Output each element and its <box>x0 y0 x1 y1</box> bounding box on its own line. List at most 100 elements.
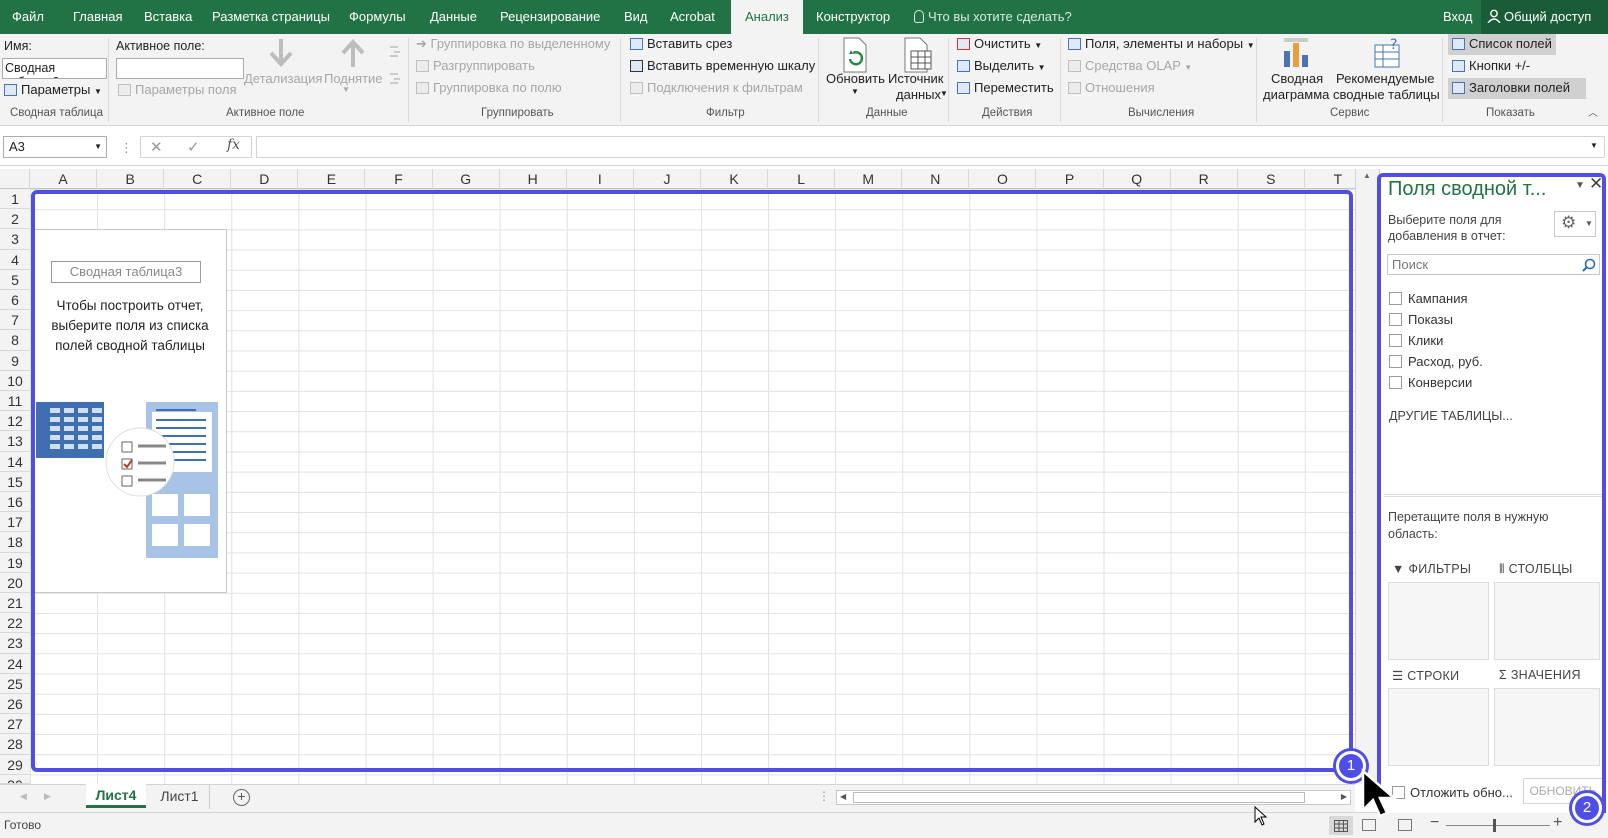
row-header-1[interactable]: 1 <box>0 189 30 210</box>
clear-button[interactable]: Очистить ▼ <box>957 36 1042 51</box>
refresh-button[interactable]: Обновить <box>826 71 885 86</box>
enter-icon[interactable]: ✓ <box>187 138 200 156</box>
row-header-14[interactable]: 14 <box>0 451 30 472</box>
tab-insert[interactable]: Вставка <box>144 0 192 34</box>
share-button[interactable]: Общий доступ <box>1481 0 1608 34</box>
column-header-r[interactable]: R <box>1171 169 1238 189</box>
row-header-2[interactable]: 2 <box>0 209 30 230</box>
row-header-23[interactable]: 23 <box>0 633 30 654</box>
normal-view-button[interactable] <box>1329 816 1353 835</box>
tab-view[interactable]: Вид <box>624 0 648 34</box>
field-headers-toggle[interactable]: Заголовки полей <box>1452 80 1570 95</box>
pivot-chart-label-1[interactable]: Сводная <box>1271 71 1323 86</box>
collapse-ribbon-icon[interactable]: ︿ <box>1588 104 1598 119</box>
tab-file[interactable]: Файл <box>12 0 44 34</box>
row-header-8[interactable]: 8 <box>0 330 30 351</box>
move-pivot-button[interactable]: Переместить <box>957 80 1054 95</box>
column-header-g[interactable]: G <box>433 169 500 189</box>
drill-up-button[interactable]: Поднятие <box>324 71 383 86</box>
sheet-tab-active[interactable]: Лист4 <box>86 784 146 808</box>
column-header-b[interactable]: B <box>97 169 165 189</box>
add-sheet-icon[interactable]: + <box>233 789 250 806</box>
column-header-j[interactable]: J <box>634 169 701 189</box>
row-header-22[interactable]: 22 <box>0 613 30 634</box>
page-layout-view-icon[interactable] <box>1362 819 1376 831</box>
fields-items-sets-button[interactable]: Поля, элементы и наборы ▼ <box>1068 36 1255 51</box>
row-header-21[interactable]: 21 <box>0 593 30 614</box>
row-header-3[interactable]: 3 <box>0 229 30 250</box>
tab-acrobat[interactable]: Acrobat <box>670 0 715 34</box>
row-header-29[interactable]: 29 <box>0 754 30 775</box>
vertical-scrollbar[interactable]: ▲ <box>1355 169 1379 784</box>
page-break-view-icon[interactable] <box>1398 819 1412 831</box>
column-header-k[interactable]: K <box>701 169 769 189</box>
tab-design[interactable]: Конструктор <box>816 0 890 34</box>
scroll-thumb[interactable] <box>853 792 1305 803</box>
sign-in-link[interactable]: Вход <box>1443 0 1472 34</box>
column-header-q[interactable]: Q <box>1104 169 1171 189</box>
zoom-slider-thumb[interactable] <box>1493 819 1496 832</box>
row-header-7[interactable]: 7 <box>0 310 30 331</box>
row-header-25[interactable]: 25 <box>0 673 30 694</box>
row-header-15[interactable]: 15 <box>0 471 30 492</box>
column-header-a[interactable]: A <box>30 169 98 189</box>
pivot-name-input[interactable]: Сводная таблица3 <box>2 58 107 79</box>
buttons-toggle[interactable]: Кнопки +/- <box>1452 58 1530 73</box>
row-header-26[interactable]: 26 <box>0 694 30 715</box>
select-button[interactable]: Выделить ▼ <box>957 58 1046 73</box>
row-header-28[interactable]: 28 <box>0 734 30 755</box>
function-icon[interactable]: fx <box>227 137 240 153</box>
column-header-i[interactable]: I <box>567 169 634 189</box>
field-list-toggle[interactable]: Список полей <box>1452 36 1552 51</box>
prev-sheet-icon[interactable]: ◀ <box>20 791 27 802</box>
insert-slicer-button[interactable]: Вставить срез <box>630 36 732 51</box>
drill-down-button[interactable]: Детализация <box>244 71 322 86</box>
row-header-11[interactable]: 11 <box>0 391 30 412</box>
next-sheet-icon[interactable]: ▶ <box>44 791 51 802</box>
recommended-pivot-label-1[interactable]: Рекомендуемые <box>1336 71 1434 86</box>
row-header-12[interactable]: 12 <box>0 411 30 432</box>
row-header-27[interactable]: 27 <box>0 714 30 735</box>
column-header-p[interactable]: P <box>1037 169 1104 189</box>
pivot-options-button[interactable]: Параметры ▼ <box>4 82 102 97</box>
name-box[interactable]: A3 ▼ <box>3 136 107 158</box>
tab-home[interactable]: Главная <box>73 0 122 34</box>
chevron-down-icon[interactable]: ▼ <box>1590 141 1598 150</box>
tab-page-layout[interactable]: Разметка страницы <box>212 0 330 34</box>
row-header-30[interactable]: 30 <box>0 774 30 784</box>
group-selection-button[interactable]: ➔ Группировка по выделенному <box>416 36 610 52</box>
column-header-m[interactable]: M <box>835 169 903 189</box>
relationships-button[interactable]: Отношения <box>1068 80 1155 95</box>
select-all-corner[interactable] <box>0 169 30 189</box>
active-field-input[interactable] <box>116 58 244 79</box>
column-header-c[interactable]: C <box>164 169 232 189</box>
data-source-label-1[interactable]: Источник <box>888 71 944 86</box>
tab-data[interactable]: Данные <box>430 0 477 34</box>
filter-connections-button[interactable]: Подключения к фильтрам <box>630 80 803 95</box>
column-header-e[interactable]: E <box>298 169 366 189</box>
insert-timeline-button[interactable]: Вставить временную шкалу <box>630 58 815 73</box>
zoom-out-icon[interactable]: − <box>1430 814 1439 832</box>
tab-formulas[interactable]: Формулы <box>349 0 406 34</box>
row-header-18[interactable]: 18 <box>0 532 30 553</box>
formula-input[interactable] <box>256 136 1605 158</box>
column-header-s[interactable]: S <box>1238 169 1305 189</box>
data-source-label-2[interactable]: данных <box>896 87 941 102</box>
row-header-17[interactable]: 17 <box>0 512 30 533</box>
pivot-chart-label-2[interactable]: диаграмма <box>1263 87 1329 102</box>
row-header-16[interactable]: 16 <box>0 492 30 513</box>
row-header-9[interactable]: 9 <box>0 350 30 371</box>
row-header-24[interactable]: 24 <box>0 653 30 674</box>
scroll-left-icon[interactable]: ◀ <box>840 792 846 801</box>
column-header-o[interactable]: O <box>969 169 1037 189</box>
row-header-20[interactable]: 20 <box>0 572 30 593</box>
splitter-icon[interactable]: ⋮ <box>818 789 830 803</box>
row-header-19[interactable]: 19 <box>0 552 30 573</box>
zoom-slider[interactable] <box>1446 825 1550 826</box>
cancel-icon[interactable]: ✕ <box>150 138 163 156</box>
sheet-tab[interactable]: Лист1 <box>150 785 210 809</box>
horizontal-scrollbar[interactable]: ◀ ▶ <box>836 790 1351 805</box>
column-header-d[interactable]: D <box>231 169 299 189</box>
zoom-in-icon[interactable]: + <box>1553 814 1562 832</box>
recommended-pivot-label-2[interactable]: сводные таблицы <box>1333 87 1440 102</box>
